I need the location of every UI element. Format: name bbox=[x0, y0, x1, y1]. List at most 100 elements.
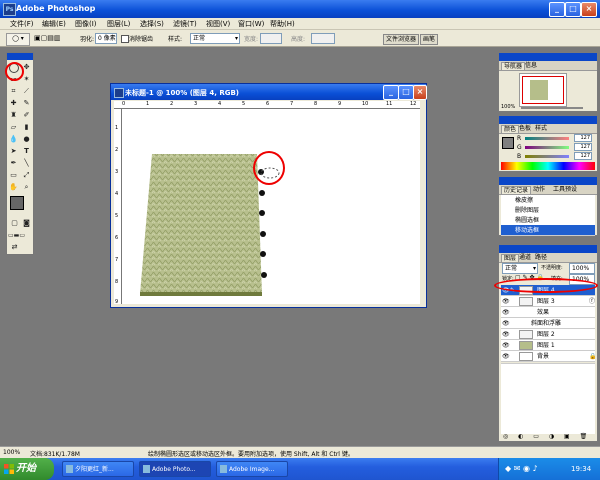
tab-swatches[interactable]: 色板 bbox=[517, 125, 533, 133]
blur-tool-icon[interactable]: 💧 bbox=[9, 135, 18, 144]
document-canvas[interactable] bbox=[122, 109, 420, 304]
tool-preset-picker[interactable]: ◯ ▾ bbox=[6, 33, 30, 46]
blue-value[interactable]: 127 bbox=[574, 152, 592, 160]
menu-window[interactable]: 窗口(W) bbox=[238, 19, 264, 29]
gradient-tool-icon[interactable]: ▮ bbox=[22, 123, 31, 132]
layer-row[interactable]: 👁 图层 3 ⓕ bbox=[501, 296, 595, 307]
standard-mode-icon[interactable]: ▢ bbox=[10, 219, 19, 228]
doc-minimize-button[interactable]: _ bbox=[383, 85, 399, 100]
notes-tool-icon[interactable]: ▭ bbox=[9, 171, 18, 180]
close-button[interactable]: × bbox=[581, 2, 597, 17]
layer-effects-icon[interactable]: ⓕ bbox=[589, 296, 595, 307]
tab-paths[interactable]: 路径 bbox=[533, 254, 549, 262]
clock[interactable]: 19:34 bbox=[571, 465, 591, 473]
layer-row[interactable]: 👁 图层 1 bbox=[501, 340, 595, 351]
eyedropper-tool-icon[interactable]: ⤢ bbox=[22, 171, 31, 180]
tray-icons[interactable]: ◆ ✉ ◉ ♪ bbox=[505, 464, 538, 473]
eye-icon[interactable]: 👁 bbox=[502, 329, 510, 340]
foreground-color-swatch[interactable] bbox=[10, 196, 24, 210]
taskbar-item[interactable]: 夕阳更红_新... bbox=[62, 461, 134, 477]
status-doc-info[interactable]: 文档:831K/1.78M bbox=[30, 449, 80, 458]
eraser-tool-icon[interactable]: ▱ bbox=[9, 123, 18, 132]
hand-tool-icon[interactable]: ✋ bbox=[9, 183, 18, 192]
line-tool-icon[interactable]: ╲ bbox=[22, 159, 31, 168]
selection-mode-icons[interactable]: ▣▢▤▥ bbox=[34, 33, 74, 44]
opacity-field[interactable]: 100% bbox=[569, 263, 595, 274]
eye-icon[interactable]: 👁 bbox=[502, 318, 510, 329]
blue-slider[interactable] bbox=[525, 155, 569, 158]
tab-brushes[interactable]: 画笔 bbox=[420, 34, 439, 45]
path-selection-tool-icon[interactable]: ➤ bbox=[9, 147, 18, 156]
menu-file[interactable]: 文件(F) bbox=[10, 19, 34, 29]
tab-channels[interactable]: 通道 bbox=[517, 254, 533, 262]
quick-mask-mode-icon[interactable]: ◙ bbox=[22, 219, 31, 228]
eye-icon[interactable]: 👁 bbox=[502, 340, 510, 351]
tab-tool-presets[interactable]: 工具预设 bbox=[551, 186, 579, 194]
jump-to-imageready-icon[interactable]: ⇄ bbox=[10, 243, 19, 252]
history-brush-tool-icon[interactable]: ✐ bbox=[22, 111, 31, 120]
navigator-zoom-slider[interactable] bbox=[521, 107, 583, 109]
start-button[interactable]: 开始 bbox=[0, 458, 54, 480]
taskbar-item[interactable]: Adobe Image... bbox=[216, 461, 288, 477]
navigator-thumbnail[interactable] bbox=[519, 73, 567, 107]
layers-panel: 图层 通道 路径 正常 ▾ 不透明度: 100% 锁定: ▢ ✎ ✥ 🔒 填充: … bbox=[498, 244, 598, 442]
tab-styles[interactable]: 样式 bbox=[533, 125, 549, 133]
zoom-tool-icon[interactable]: ⌕ bbox=[22, 183, 31, 192]
feather-field[interactable]: 0 像素 bbox=[95, 33, 117, 44]
green-value[interactable]: 127 bbox=[574, 143, 592, 151]
style-select[interactable]: 正常 ▾ bbox=[190, 33, 240, 44]
red-value[interactable]: 127 bbox=[574, 134, 592, 142]
screen-mode-icons[interactable]: ▭▬▭ bbox=[8, 231, 25, 240]
layer-row[interactable]: 👁 图层 2 bbox=[501, 329, 595, 340]
tab-file-browser[interactable]: 文件浏览器 bbox=[383, 34, 420, 45]
color-ramp[interactable] bbox=[501, 162, 595, 170]
layer-effect-bevel-row[interactable]: 👁 斜面和浮雕 bbox=[501, 318, 595, 329]
highlight-circle-tool bbox=[5, 62, 24, 81]
binder-hole bbox=[259, 210, 265, 216]
tab-navigator[interactable]: 导航器 bbox=[501, 62, 526, 70]
style-label: 样式: bbox=[168, 36, 183, 43]
navigator-zoom[interactable]: 100% bbox=[501, 104, 515, 110]
type-tool-icon[interactable]: T bbox=[22, 147, 31, 156]
clone-stamp-tool-icon[interactable]: ♜ bbox=[9, 111, 18, 120]
eye-icon[interactable]: 👁 bbox=[502, 307, 510, 318]
tab-history[interactable]: 历史记录 bbox=[501, 186, 532, 194]
antialias-checkbox[interactable] bbox=[121, 35, 129, 43]
menu-help[interactable]: 帮助(H) bbox=[270, 19, 295, 29]
brush-tool-icon[interactable]: ✎ bbox=[22, 99, 31, 108]
maximize-button[interactable]: □ bbox=[565, 2, 581, 17]
options-bar: ◯ ▾ ▣▢▤▥ 羽化: 0 像素 消除锯齿 样式: 正常 ▾ 宽度: 高度: 文… bbox=[0, 30, 600, 47]
width-field[interactable] bbox=[260, 33, 282, 44]
menu-layer[interactable]: 图层(L) bbox=[107, 19, 130, 29]
green-slider[interactable] bbox=[525, 146, 569, 149]
tab-info[interactable]: 信息 bbox=[523, 62, 539, 70]
color-swatch-fg[interactable] bbox=[502, 137, 514, 149]
layer-effects-row[interactable]: 👁 效果 bbox=[501, 307, 595, 318]
doc-close-button[interactable]: × bbox=[413, 85, 427, 100]
highlight-circle-selection bbox=[253, 151, 285, 185]
menu-edit[interactable]: 编辑(E) bbox=[42, 19, 66, 29]
eye-icon[interactable]: 👁 bbox=[502, 296, 510, 307]
slice-tool-icon[interactable]: ⟋ bbox=[22, 87, 31, 96]
history-item-selected[interactable]: 移动选框 bbox=[501, 225, 595, 236]
status-zoom[interactable]: 100% bbox=[3, 449, 20, 456]
layers-footer-buttons[interactable]: ◎ ◐ ▭ ◑ ▣ 🗑 bbox=[503, 433, 595, 441]
layer-row-background[interactable]: 👁 背景 🔒 bbox=[501, 351, 596, 362]
menu-view[interactable]: 视图(V) bbox=[206, 19, 230, 29]
menu-filter[interactable]: 滤镜(T) bbox=[173, 19, 197, 29]
menu-select[interactable]: 选择(S) bbox=[140, 19, 164, 29]
doc-maximize-button[interactable]: □ bbox=[398, 85, 414, 100]
magic-wand-tool-icon[interactable]: ✶ bbox=[22, 75, 31, 84]
pen-tool-icon[interactable]: ✒ bbox=[9, 159, 18, 168]
minimize-button[interactable]: _ bbox=[549, 2, 565, 17]
tab-actions[interactable]: 动作 bbox=[531, 186, 547, 194]
height-field[interactable] bbox=[311, 33, 335, 44]
healing-brush-tool-icon[interactable]: ✚ bbox=[9, 99, 18, 108]
red-slider[interactable] bbox=[525, 137, 569, 140]
taskbar-item-active[interactable]: Adobe Photo... bbox=[139, 461, 211, 477]
menu-image[interactable]: 图像(I) bbox=[75, 19, 97, 29]
crop-tool-icon[interactable]: ⌗ bbox=[9, 87, 18, 96]
eye-icon[interactable]: 👁 bbox=[502, 351, 510, 362]
dodge-tool-icon[interactable]: ● bbox=[22, 135, 31, 144]
blend-mode-select[interactable]: 正常 ▾ bbox=[502, 263, 538, 274]
